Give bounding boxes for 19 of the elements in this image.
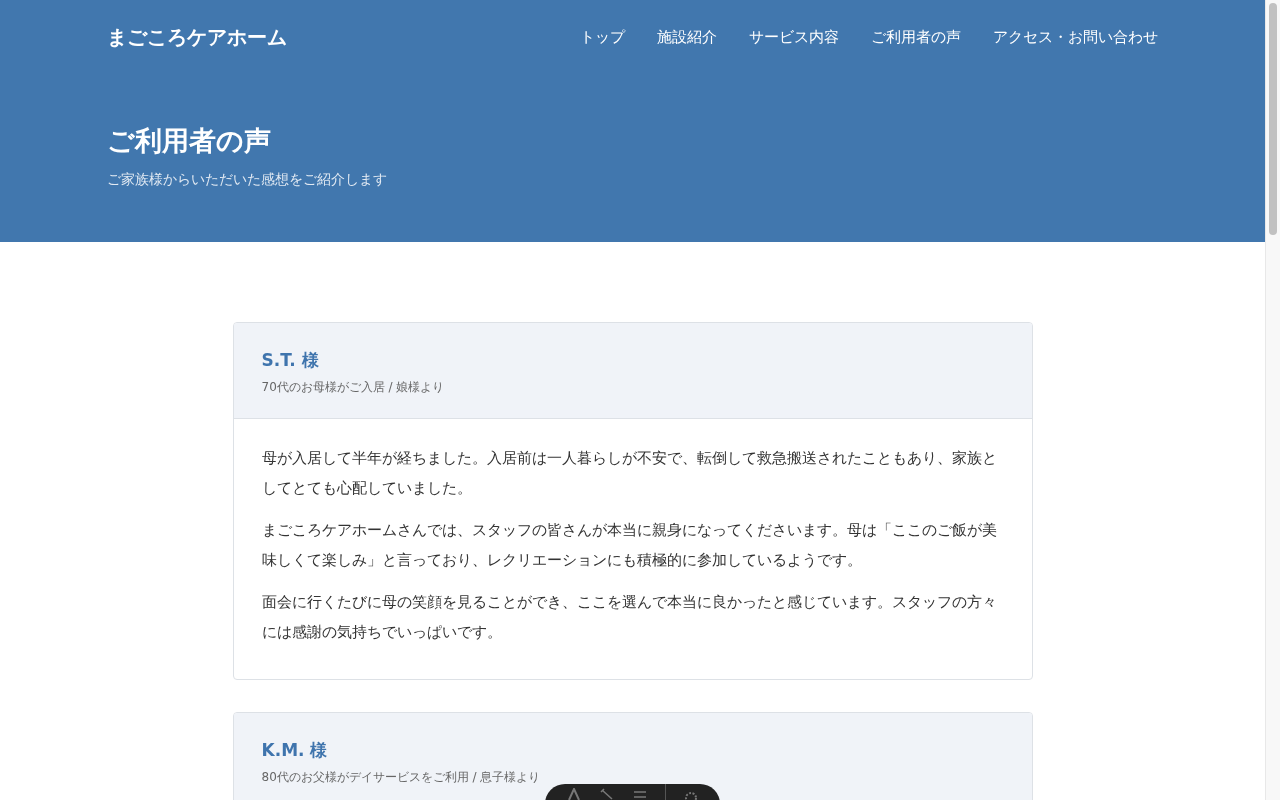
customer-info: 70代のお母様がご入居 / 娘様より	[261, 379, 446, 396]
testimonial-text: 母が入居して半年が経ちました。入居前は一人暮らしが不安で、転倒して救急搬送されたこともあり、家族としてとても心配していました。	[261, 448, 998, 499]
customer-name: K.M. 様	[261, 739, 329, 762]
pen-icon[interactable]	[598, 788, 615, 800]
page-subtitle: ご家族様からいただいた感想をご紹介します	[107, 171, 388, 189]
nav-link[interactable]: サービス内容	[749, 28, 839, 47]
customer-info: 80代のお父様がデイサービスをご利用 / 息子様より	[261, 769, 542, 786]
testimonial-text: まごころケアホームさんでは、スタッフの皆さんが本当に親身になってくださいます。母は「ここのご飯が美味しくて楽しみ」と言っており、レクリエーションにも積極的に参加しているようです。	[261, 520, 998, 571]
page-title: ご利用者の声	[107, 124, 272, 158]
site-logo[interactable]: まごころケアホーム	[107, 24, 287, 51]
scrollbar-thumb[interactable]	[1269, 3, 1277, 235]
nav-link[interactable]: トップ	[580, 28, 625, 47]
customer-name: S.T. 様	[261, 349, 320, 372]
scrollbar[interactable]	[1265, 0, 1280, 800]
nav-link[interactable]: アクセス・お問い合わせ	[993, 28, 1158, 47]
nav-link[interactable]: 施設紹介	[657, 28, 717, 47]
testimonial-text: 面会に行くたびに母の笑顔を見ることができ、ここを選んで本当に良かったと感じています。スタッフの方々には感謝の気持ちでいっぱいです。	[261, 592, 998, 643]
menu-icon[interactable]	[631, 788, 648, 800]
nav-link[interactable]: ご利用者の声	[871, 28, 961, 47]
